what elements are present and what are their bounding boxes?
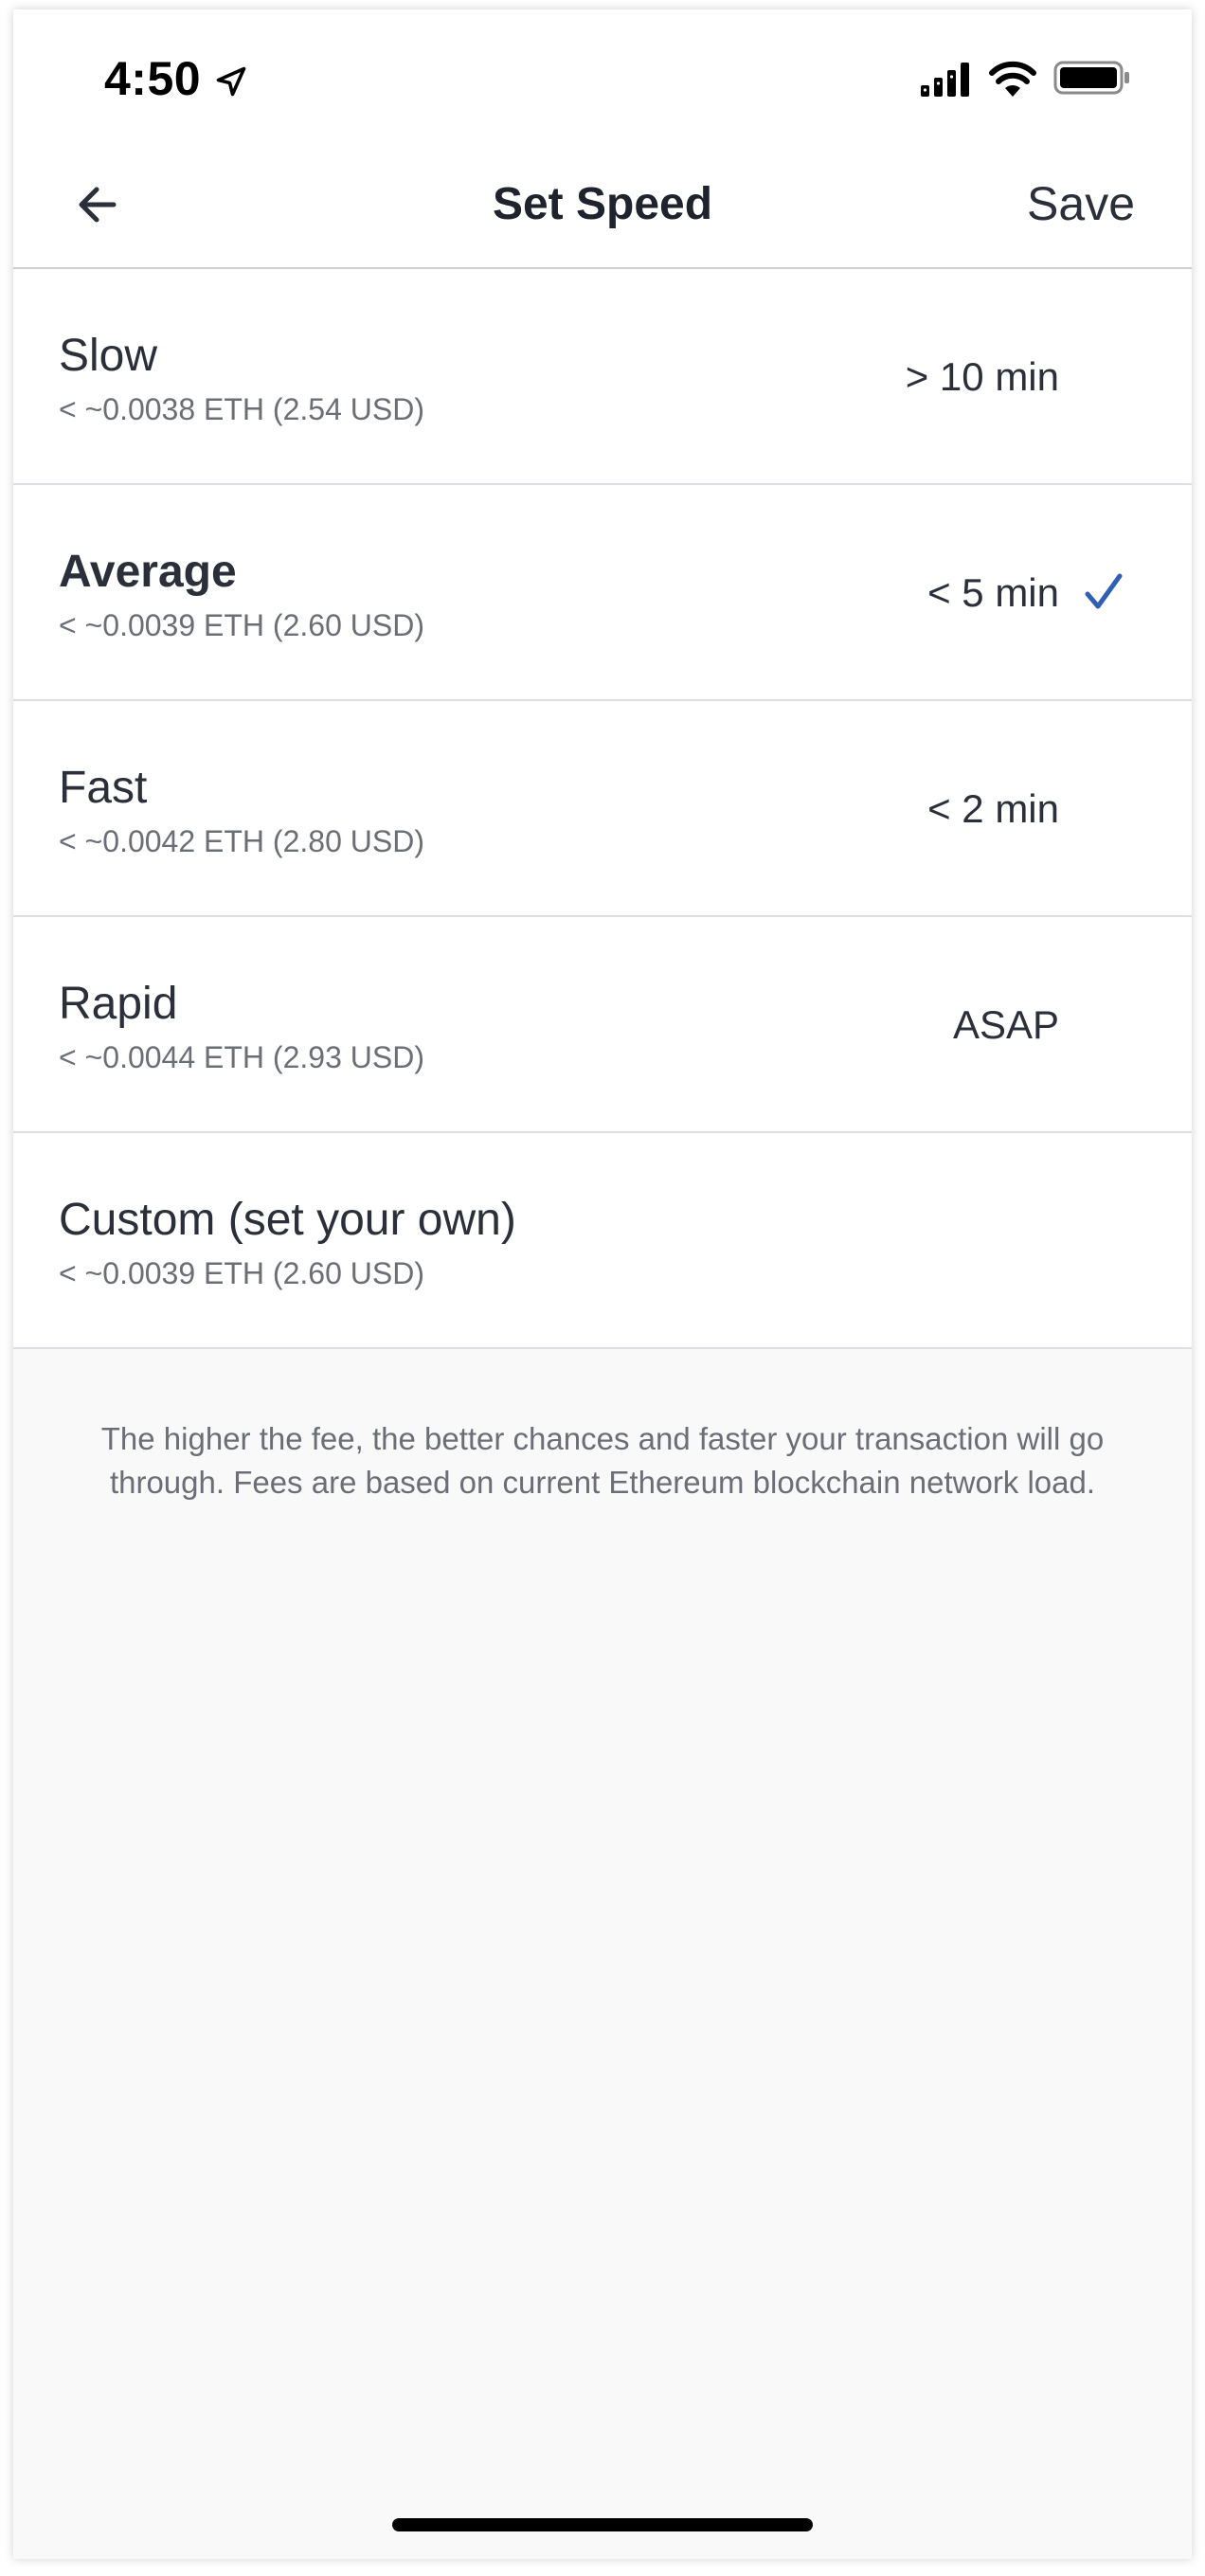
speed-option-fee: < ~0.0038 ETH (2.54 USD) — [59, 392, 424, 426]
speed-option-fee: < ~0.0039 ETH (2.60 USD) — [59, 1256, 424, 1290]
status-bar: 4:50 — [13, 9, 1192, 142]
battery-icon — [1053, 61, 1129, 95]
speed-option-fast[interactable]: Fast < ~0.0042 ETH (2.80 USD) < 2 min — [13, 701, 1192, 917]
page-title: Set Speed — [492, 179, 713, 229]
speed-option-title: Average — [59, 547, 237, 597]
speed-option-title: Custom (set your own) — [59, 1195, 516, 1245]
speed-option-title: Slow — [59, 331, 158, 381]
home-indicator[interactable] — [392, 2518, 813, 2531]
location-arrow-icon — [216, 66, 246, 97]
speed-option-time: ASAP — [952, 1002, 1059, 1047]
speed-option-slow[interactable]: Slow < ~0.0038 ETH (2.54 USD) > 10 min — [13, 269, 1192, 485]
speed-option-fee: < ~0.0039 ETH (2.60 USD) — [59, 608, 424, 642]
wifi-icon — [989, 61, 1036, 97]
speed-option-time: > 10 min — [905, 354, 1059, 399]
speed-options-list: Slow < ~0.0038 ETH (2.54 USD) > 10 min A… — [13, 269, 1192, 1349]
speed-option-fee: < ~0.0044 ETH (2.93 USD) — [59, 1040, 424, 1074]
speed-option-custom[interactable]: Custom (set your own) < ~0.0039 ETH (2.6… — [13, 1133, 1192, 1349]
speed-option-title: Rapid — [59, 979, 178, 1029]
cellular-signal-icon — [921, 63, 969, 97]
speed-option-rapid[interactable]: Rapid < ~0.0044 ETH (2.93 USD) ASAP — [13, 917, 1192, 1133]
app-screen: 4:50 Set Speed Save Slow < ~0.0038 ETH (… — [13, 9, 1192, 2559]
speed-option-title: Fast — [59, 763, 148, 813]
speed-option-time: < 2 min — [927, 786, 1059, 831]
fee-info-text: The higher the fee, the better chances a… — [100, 1421, 1105, 1500]
speed-option-fee: < ~0.0042 ETH (2.80 USD) — [59, 824, 424, 858]
save-button[interactable]: Save — [1027, 176, 1135, 231]
navigation-bar: Set Speed Save — [13, 142, 1192, 269]
speed-option-time: < 5 min — [927, 570, 1059, 615]
checkmark-icon — [1085, 573, 1123, 609]
speed-option-average[interactable]: Average < ~0.0039 ETH (2.60 USD) < 5 min — [13, 485, 1192, 701]
status-time: 4:50 — [104, 52, 202, 105]
